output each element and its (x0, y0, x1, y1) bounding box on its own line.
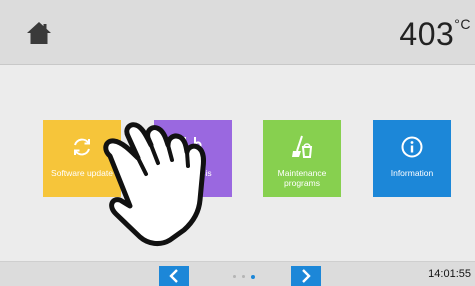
chevron-left-icon (169, 269, 178, 283)
home-icon (27, 22, 51, 44)
next-page-button[interactable] (291, 266, 321, 286)
temperature-display: 403°C (399, 16, 471, 53)
page-indicator (233, 274, 255, 281)
bottom-bar: 14:01:55 (0, 261, 475, 286)
page-dot-active (251, 274, 255, 279)
page-dot (233, 275, 236, 278)
information-tile[interactable]: Information (373, 120, 451, 197)
previous-page-button[interactable] (159, 266, 189, 286)
top-bar: 403°C (0, 0, 475, 65)
maintenance-programs-tile[interactable]: Maintenance programs (263, 120, 341, 197)
chevron-right-icon (302, 269, 311, 283)
tile-label: Information (390, 168, 434, 178)
pointing-hand-icon (103, 122, 206, 247)
temperature-unit: °C (454, 16, 471, 33)
page-dot (242, 275, 245, 278)
clock: 14:01:55 (428, 268, 471, 280)
broom-bucket-icon (263, 134, 341, 160)
info-icon (373, 134, 451, 160)
tile-label: Maintenance programs (277, 168, 327, 188)
temperature-value: 403 (399, 16, 455, 52)
home-button[interactable] (26, 20, 52, 46)
